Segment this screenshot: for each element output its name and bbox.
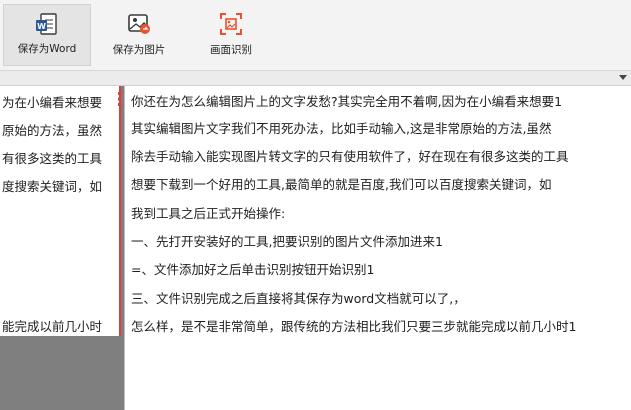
screen-recognize-icon bbox=[220, 13, 242, 35]
source-line: 有很多这类的工具 bbox=[2, 151, 103, 166]
save-as-word-button[interactable]: W 保存为Word bbox=[3, 4, 91, 66]
screen-recognize-label: 画面识别 bbox=[210, 44, 252, 56]
save-as-word-label: 保存为Word bbox=[17, 43, 77, 55]
result-line: 三、文件识别完成之后直接将其保存为word文档就可以了,， bbox=[131, 291, 466, 306]
recognized-text-pane[interactable]: 你还在为怎么编辑图片上的文字发愁?其实完全用不着啊,因为在小编看来想要1 其实编… bbox=[124, 86, 631, 410]
result-line: 怎么样，是不是非常简单，跟传统的方法相比我们只要三步就能完成以前几小时1 bbox=[131, 319, 577, 334]
result-line: 一、先打开安装好的工具,把要识别的图片文件添加进来1 bbox=[131, 234, 443, 249]
result-line: 你还在为怎么编辑图片上的文字发愁?其实完全用不着啊,因为在小编看来想要1 bbox=[131, 94, 563, 109]
toolbar: W 保存为Word 保存为图片 画面识别 bbox=[0, 0, 631, 71]
word-doc-icon: W bbox=[36, 13, 57, 35]
source-line: 度搜索关键词，如 bbox=[2, 179, 103, 194]
dropdown-arrow-icon[interactable] bbox=[619, 75, 627, 80]
save-as-image-button[interactable]: 保存为图片 bbox=[96, 4, 182, 66]
source-line: 能完成以前几小时 bbox=[2, 319, 103, 334]
result-line: 除去手动输入能实现图片转文字的只有使用软件了，好在现在有很多这类的工具 bbox=[131, 149, 569, 164]
save-as-image-label: 保存为图片 bbox=[112, 44, 166, 56]
svg-text:W: W bbox=[37, 22, 46, 31]
options-strip bbox=[0, 71, 631, 86]
screen-recognize-button[interactable]: 画面识别 bbox=[188, 4, 274, 66]
source-line: 为在小编看来想要 bbox=[2, 95, 103, 110]
source-image-pane[interactable]: 为在小编看来想要 原始的方法，虽然 有很多这类的工具 度搜索关键词，如 能完成以… bbox=[0, 86, 121, 336]
image-save-icon bbox=[128, 14, 150, 34]
result-line: 想要下载到一个好用的工具,最简单的就是百度,我们可以百度搜索关键词，如 bbox=[131, 177, 552, 192]
result-line: 其实编辑图片文字我们不用死办法，比如手动输入,这是非常原始的方法,虽然 bbox=[131, 121, 552, 136]
result-line: 我到工具之后正式开始操作: bbox=[131, 206, 286, 221]
result-line: =、文件添加好之后单击识别按钮开始识别1 bbox=[131, 262, 375, 277]
source-line: 原始的方法，虽然 bbox=[2, 123, 103, 138]
